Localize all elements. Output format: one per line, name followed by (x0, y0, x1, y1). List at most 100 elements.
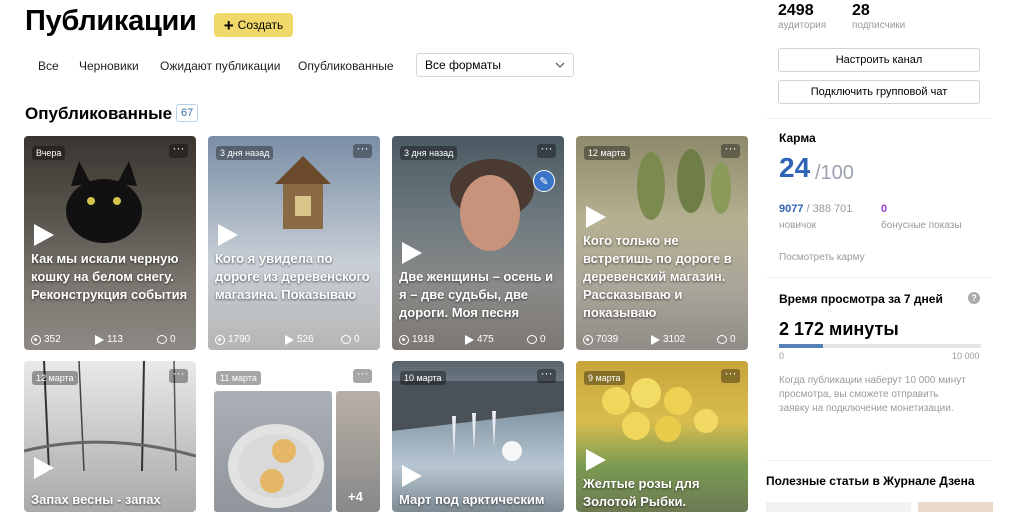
more-icon[interactable]: ··· (537, 142, 556, 158)
tab-published[interactable]: Опубликованные (298, 59, 394, 73)
views-count: 352 (44, 334, 61, 345)
edit-icon[interactable]: ✎ (533, 170, 555, 192)
play-count-icon (95, 334, 104, 345)
setup-channel-button[interactable]: Настроить канал (778, 48, 980, 72)
subscribers-label: подписчики (852, 20, 906, 31)
publication-card[interactable]: 12 марта ··· Кого только не встретишь по… (576, 136, 748, 350)
publication-card[interactable]: 9 марта ··· Желтые розы для Золотой Рыбк… (576, 361, 748, 512)
card-title[interactable]: Кого я увидела по дороге из деревенского… (215, 250, 373, 304)
eye-icon (215, 334, 225, 345)
play-icon[interactable] (402, 242, 422, 264)
photo-main (214, 391, 332, 512)
section-title: Опубликованные (25, 104, 173, 123)
publication-card[interactable]: 10 марта ··· Март под арктическим (392, 361, 564, 512)
woman-portrait-image (450, 159, 534, 251)
play-count-icon (285, 334, 294, 345)
more-photos-count[interactable]: +4 (348, 489, 363, 504)
play-count-icon (651, 334, 660, 345)
more-icon[interactable]: ··· (537, 367, 556, 383)
divider (766, 118, 992, 119)
card-date: 3 дня назад (400, 146, 458, 160)
views-count: 7039 (596, 334, 619, 345)
bonus-label: бонусные показы (881, 220, 962, 231)
more-icon[interactable]: ··· (721, 367, 740, 383)
plate-image (228, 424, 324, 508)
comments-count: 0 (730, 334, 736, 345)
more-icon[interactable]: ··· (169, 142, 188, 158)
play-icon[interactable] (34, 224, 54, 246)
play-count-icon (465, 334, 474, 345)
comments-count: 0 (540, 334, 546, 345)
karma-novice-label: новичок (779, 220, 817, 231)
house-image (275, 156, 331, 229)
tab-drafts[interactable]: Черновики (79, 59, 139, 73)
count-badge: 67 (176, 104, 199, 122)
play-icon[interactable] (218, 224, 238, 246)
card-title[interactable]: Март под арктическим (399, 491, 557, 509)
audience-value: 2498 (778, 2, 814, 19)
play-icon[interactable] (586, 206, 606, 228)
karma-novice-total: / 388 701 (803, 203, 853, 215)
card-date: 11 марта (216, 371, 261, 385)
more-icon[interactable]: ··· (169, 367, 188, 383)
plays-count: 3102 (663, 334, 686, 345)
card-title[interactable]: Желтые розы для Золотой Рыбки. (583, 475, 741, 511)
play-icon[interactable] (586, 449, 606, 471)
comments-count: 0 (170, 334, 176, 345)
card-stats: 352 113 0 (31, 334, 188, 345)
watch-title: Время просмотра за 7 дней (779, 292, 943, 306)
card-title[interactable]: Две женщины – осень и я – две судьбы, дв… (399, 268, 557, 322)
publication-card[interactable]: 12 марта ··· Запах весны - запах (24, 361, 196, 512)
tab-all[interactable]: Все (38, 59, 59, 73)
views-count: 1790 (228, 334, 251, 345)
card-title[interactable]: Кого только не встретишь по дороге в дер… (583, 232, 741, 322)
watch-progress-bar (779, 344, 981, 348)
card-stats: 7039 3102 0 (583, 334, 740, 345)
plays-count: 526 (297, 334, 314, 345)
create-button[interactable]: + Создать (214, 13, 293, 37)
play-icon[interactable] (402, 465, 422, 487)
icicles-image (392, 381, 564, 461)
plays-count: 113 (107, 334, 123, 345)
format-select-value: Все форматы (425, 58, 502, 72)
publication-card[interactable]: 3 дня назад ··· Кого я увидела по дороге… (208, 136, 380, 350)
more-icon[interactable]: ··· (353, 367, 372, 383)
comment-icon (717, 335, 727, 344)
watch-note: Когда публикации наберут 10 000 минут пр… (779, 375, 966, 414)
page-title: Публикации (25, 5, 197, 37)
help-icon[interactable]: ? (968, 292, 980, 304)
article-image[interactable] (918, 502, 993, 512)
divider (766, 460, 992, 461)
views-count: 1918 (412, 334, 435, 345)
publication-card[interactable]: 3 дня назад ··· ✎ Две женщины – осень и … (392, 136, 564, 350)
publication-card[interactable]: +4 11 марта ··· (208, 361, 380, 512)
eye-icon (399, 334, 409, 345)
audience-label: аудитория (778, 20, 827, 31)
karma-novice-row: 9077 / 388 701 (779, 203, 852, 215)
watch-progress-fill (779, 344, 823, 348)
chevron-down-icon (555, 62, 565, 68)
karma-max: /100 (815, 162, 854, 184)
eye-icon (583, 334, 593, 345)
card-date: 12 марта (32, 371, 78, 385)
article-preview[interactable] (766, 502, 911, 512)
create-button-label: Создать (237, 18, 284, 32)
play-icon[interactable] (34, 457, 54, 479)
comment-icon (527, 335, 537, 344)
more-icon[interactable]: ··· (353, 142, 372, 158)
card-date: 10 марта (400, 371, 446, 385)
card-date: Вчера (32, 146, 66, 160)
scale-min: 0 (779, 351, 785, 361)
karma-novice-value: 9077 (779, 203, 804, 215)
connect-chat-button[interactable]: Подключить групповой чат (778, 80, 980, 104)
tab-pending[interactable]: Ожидают публикации (160, 59, 280, 73)
publication-card[interactable]: Вчера ··· Как мы искали черную кошку на … (24, 136, 196, 350)
scale-max: 10 000 (952, 351, 980, 361)
card-title[interactable]: Запах весны - запах (31, 491, 189, 509)
format-select[interactable]: Все форматы (416, 53, 574, 77)
more-icon[interactable]: ··· (721, 142, 740, 158)
card-title[interactable]: Как мы искали черную кошку на белом снег… (31, 250, 189, 304)
eye-icon (31, 334, 41, 345)
cat-image (66, 161, 142, 243)
view-karma-link[interactable]: Посмотреть карму (779, 252, 865, 263)
